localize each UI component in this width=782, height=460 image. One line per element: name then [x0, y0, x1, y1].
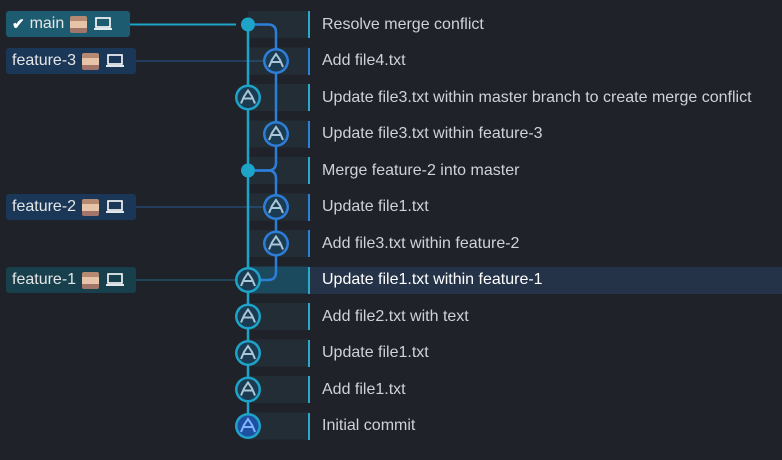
commit-message: Resolve merge conflict — [322, 15, 484, 33]
branch-name: feature-2 — [12, 198, 77, 215]
commit-message: Update file1.txt within feature-1 — [322, 271, 543, 288]
commit-row[interactable]: Update file1.txt — [308, 193, 782, 221]
commit-row[interactable]: Update file3.txt within master branch to… — [308, 84, 782, 111]
commit-message: Add file3.txt within feature-2 — [322, 234, 520, 252]
avatar — [82, 198, 100, 216]
commit-row[interactable]: Add file3.txt within feature-2 — [308, 230, 782, 257]
branch-chip-feature-1[interactable]: feature-1 — [6, 267, 136, 293]
commit-row[interactable]: Add file2.txt with text — [308, 303, 782, 330]
checked-out-icon: ✔ — [12, 16, 25, 33]
commit-message: Update file3.txt within master branch to… — [322, 88, 752, 106]
commit-message: Add file1.txt — [322, 380, 406, 398]
commit-row[interactable]: Update file3.txt within feature-3 — [308, 120, 782, 148]
commit-message: Add file2.txt with text — [322, 307, 469, 325]
branch-name: feature-1 — [12, 271, 77, 288]
commit-row[interactable]: Update file1.txt within feature-1 — [308, 266, 782, 294]
commit-message: Merge feature-2 into master — [322, 161, 520, 179]
avatar — [70, 15, 88, 33]
commit-row[interactable]: Update file1.txt — [308, 339, 782, 367]
merge-node — [241, 17, 255, 32]
laptop-icon — [94, 17, 113, 30]
branch-chip-main[interactable]: ✔ main — [6, 11, 130, 37]
branch-name: feature-3 — [12, 52, 77, 69]
branch-chip-feature-3[interactable]: feature-3 — [6, 48, 136, 74]
commit-row[interactable]: Merge feature-2 into master — [308, 157, 782, 184]
avatar — [82, 52, 100, 70]
commit-message: Update file1.txt — [322, 344, 429, 361]
commit-message: Update file1.txt — [322, 198, 429, 215]
commit-row[interactable]: Initial commit — [308, 412, 782, 440]
commit-message: Update file3.txt within feature-3 — [322, 125, 543, 142]
commit-message: Initial commit — [322, 417, 416, 434]
commit-row[interactable]: Resolve merge conflict — [308, 11, 782, 38]
avatar — [82, 271, 100, 289]
branch-chip-feature-2[interactable]: feature-2 — [6, 194, 136, 220]
branch-name: main — [29, 15, 65, 32]
laptop-icon — [106, 54, 125, 67]
commit-message: Add file4.txt — [322, 52, 406, 69]
laptop-icon — [106, 200, 125, 213]
commit-row[interactable]: Add file4.txt — [308, 47, 782, 75]
laptop-icon — [106, 273, 125, 286]
merge-node — [241, 163, 255, 178]
feature-2-lane-line — [248, 169, 278, 282]
commit-row[interactable]: Add file1.txt — [308, 376, 782, 403]
